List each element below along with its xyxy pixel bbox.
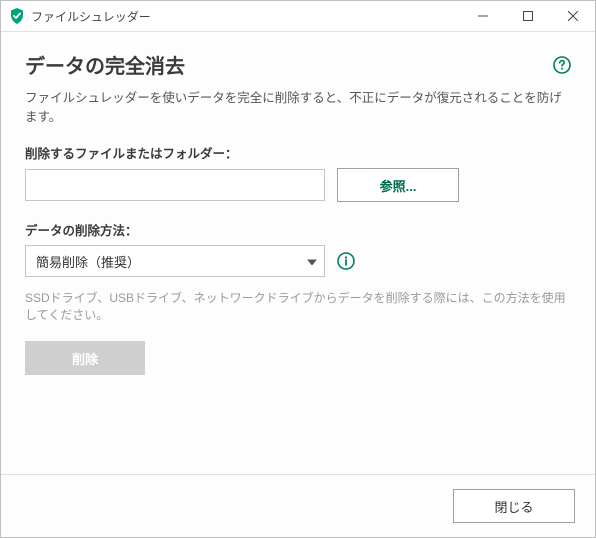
close-window-button[interactable] [550, 1, 595, 31]
method-field-row: 簡易削除（推奨） [25, 245, 571, 277]
method-select[interactable]: 簡易削除（推奨） [25, 245, 325, 277]
method-select-value: 簡易削除（推奨） [25, 245, 325, 277]
method-field-label: データの削除方法： [25, 220, 571, 239]
help-icon[interactable] [553, 56, 571, 74]
delete-button[interactable]: 削除 [25, 341, 145, 375]
titlebar: ファイルシュレッダー [1, 1, 595, 32]
page-description: ファイルシュレッダーを使いデータを完全に削除すると、不正にデータが復元されること… [25, 87, 571, 125]
page-title: データの完全消去 [25, 50, 185, 79]
method-note: SSDドライブ、USBドライブ、ネットワークドライブからデータを削除する際には、… [25, 289, 571, 323]
file-shredder-window: ファイルシュレッダー データの完全消去 [0, 0, 596, 538]
window-controls [460, 1, 595, 31]
file-field-label: 削除するファイルまたはフォルダー： [25, 143, 571, 162]
shield-icon [9, 8, 25, 24]
footer: 閉じる [1, 474, 595, 537]
info-icon[interactable] [337, 252, 355, 270]
browse-button[interactable]: 参照... [337, 168, 459, 202]
page-title-row: データの完全消去 [25, 50, 571, 79]
file-path-input[interactable] [25, 169, 325, 201]
file-field-row: 参照... [25, 168, 571, 202]
minimize-button[interactable] [460, 1, 505, 31]
maximize-button[interactable] [505, 1, 550, 31]
close-button[interactable]: 閉じる [453, 489, 575, 523]
window-title: ファイルシュレッダー [31, 8, 460, 25]
content-area: データの完全消去 ファイルシュレッダーを使いデータを完全に削除すると、不正にデー… [1, 32, 595, 474]
